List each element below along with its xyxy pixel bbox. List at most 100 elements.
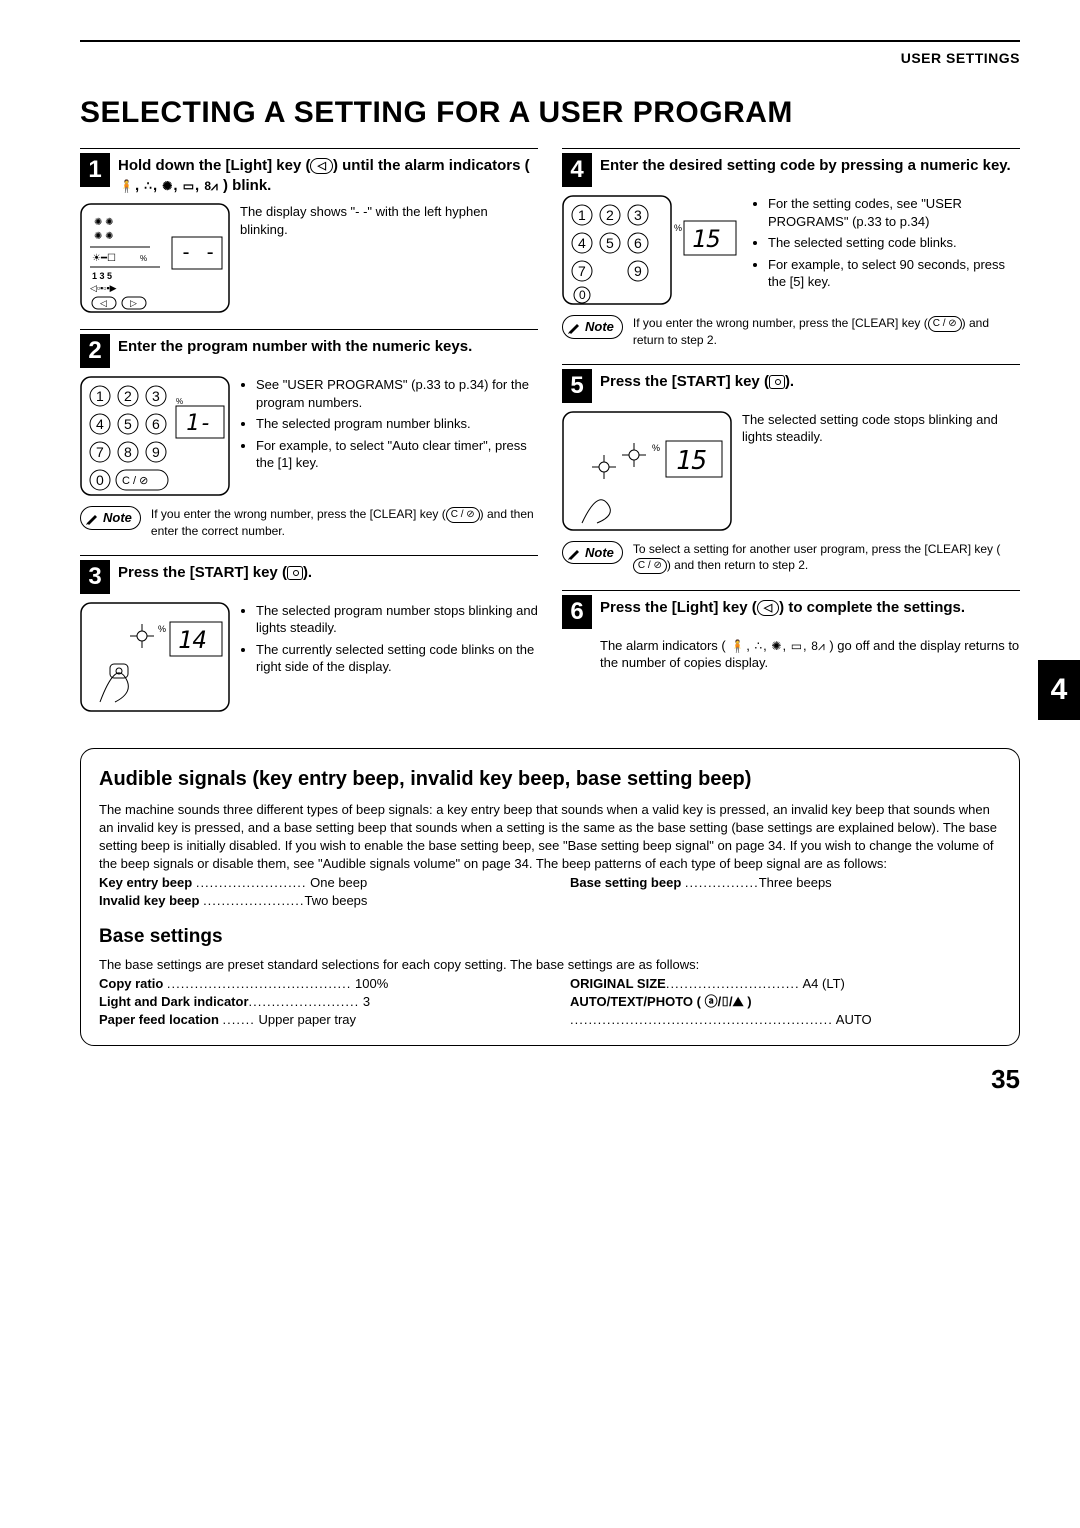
base-settings-heading: Base settings: [99, 924, 1001, 951]
step-1-title: Hold down the [Light] key (◁) until the …: [118, 153, 538, 195]
svg-text:15: 15: [692, 225, 721, 253]
svg-text:4: 4: [96, 416, 104, 432]
alarm-icon: ∴: [755, 638, 763, 654]
step-2-title: Enter the program number with the numeri…: [118, 334, 472, 357]
step-6-title: Press the [Light] key (◁) to complete th…: [600, 595, 965, 618]
step-5-title: Press the [START] key ().: [600, 369, 794, 392]
step-1: 1 Hold down the [Light] key (◁) until th…: [80, 148, 538, 313]
svg-text:15: 15: [676, 446, 707, 476]
svg-text:7: 7: [578, 263, 586, 279]
svg-text:1-: 1-: [186, 411, 213, 436]
svg-text:1: 1: [578, 207, 586, 223]
svg-text:3: 3: [152, 388, 160, 404]
alarm-icon: 8⩘: [204, 179, 217, 195]
page-number: 35: [80, 1064, 1020, 1095]
two-column-layout: 1 Hold down the [Light] key (◁) until th…: [80, 148, 1020, 728]
alarm-icon: ▭: [183, 179, 194, 195]
header-rule: [80, 40, 1020, 42]
base-settings-row: Copy ratio .............................…: [99, 975, 1001, 1030]
svg-text:C / ⊘: C / ⊘: [122, 475, 148, 487]
light-key-icon: ◁: [310, 158, 332, 174]
alarm-icon: 🧍: [730, 638, 745, 654]
note-step-4: Note If you enter the wrong number, pres…: [562, 315, 1020, 348]
chapter-tab: 4: [1038, 660, 1080, 720]
svg-text:8: 8: [124, 444, 132, 460]
svg-text:2: 2: [124, 388, 132, 404]
step-5-body: The selected setting code stops blinking…: [742, 411, 1020, 531]
svg-text:0: 0: [579, 288, 586, 302]
audible-signals-box: Audible signals (key entry beep, invalid…: [80, 748, 1020, 1046]
alarm-icon: ✺: [162, 179, 172, 195]
step-3-title: Press the [START] key ().: [118, 560, 312, 583]
svg-text:3: 3: [634, 207, 642, 223]
start-key-icon: [769, 375, 785, 389]
clear-key-icon: C / ⊘: [446, 507, 480, 523]
svg-text:5: 5: [606, 235, 614, 251]
alarm-icon: ∴: [144, 179, 152, 195]
pencil-icon: [85, 511, 99, 525]
start-key-icon: [287, 566, 303, 580]
light-key-icon: ◁: [757, 600, 779, 616]
svg-text:6: 6: [152, 416, 160, 432]
step-number: 6: [562, 595, 592, 629]
note-badge: Note: [80, 506, 141, 530]
svg-text:☀━☐: ☀━☐: [92, 253, 116, 264]
svg-text:%: %: [158, 624, 166, 634]
step-5: 5 Press the [START] key (). 15 %: [562, 364, 1020, 574]
step-3: 3 Press the [START] key (). 14 %: [80, 555, 538, 712]
step-number: 3: [80, 560, 110, 594]
page-title: SELECTING A SETTING FOR A USER PROGRAM: [80, 96, 1020, 130]
alarm-icon: 🧍: [119, 179, 134, 195]
note-step-5: Note To select a setting for another use…: [562, 541, 1020, 574]
svg-text:%: %: [674, 223, 682, 233]
header-section-title: USER SETTINGS: [80, 50, 1020, 66]
svg-text:9: 9: [634, 263, 642, 279]
photo-icon: ⛰: [733, 994, 744, 1009]
svg-text:◁: ◁: [100, 298, 107, 308]
audible-heading: Audible signals (key entry beep, invalid…: [99, 765, 1001, 793]
step-number: 2: [80, 334, 110, 368]
step-2-figure: 1 2 3 4 5 6 7 8 9 0 C /: [80, 376, 230, 496]
alarm-icon: ✺: [771, 638, 781, 654]
audible-paragraph: The machine sounds three different types…: [99, 801, 1001, 874]
step-6: 6 Press the [Light] key (◁) to complete …: [562, 590, 1020, 672]
svg-text:- -: - -: [180, 240, 216, 264]
page: USER SETTINGS SELECTING A SETTING FOR A …: [0, 0, 1080, 1125]
svg-text:%: %: [176, 397, 183, 406]
step-4: 4 Enter the desired setting code by pres…: [562, 148, 1020, 348]
step-3-body: The selected program number stops blinki…: [240, 602, 538, 712]
svg-text:▷: ▷: [130, 298, 137, 308]
step-5-figure: 15 %: [562, 411, 732, 531]
step-2-body: See "USER PROGRAMS" (p.33 to p.34) for t…: [240, 376, 538, 496]
step-4-figure: 1 2 3 4 5 6 7 9 0 15: [562, 195, 742, 305]
svg-text:6: 6: [634, 235, 642, 251]
step-3-figure: 14 %: [80, 602, 230, 712]
svg-text:1: 1: [96, 388, 104, 404]
step-1-figure: ✺ ✺ ✺ ✺ ☀━☐ % 1 3 5 ◁▫▪▫▪▶ - - ◁: [80, 203, 230, 313]
svg-text:✺ ✺: ✺ ✺: [94, 231, 114, 242]
svg-text:◁▫▪▫▪▶: ◁▫▪▫▪▶: [90, 283, 117, 293]
pencil-icon: [567, 320, 581, 334]
alarm-icon: ▭: [791, 638, 802, 654]
auto-icon: ⓐ: [705, 994, 718, 1009]
svg-text:14: 14: [178, 626, 207, 654]
text-icon: ⌷: [721, 994, 729, 1009]
base-settings-intro: The base settings are preset standard se…: [99, 956, 1001, 974]
svg-text:7: 7: [96, 444, 104, 460]
step-2: 2 Enter the program number with the nume…: [80, 329, 538, 539]
step-1-body: The display shows "- -" with the left hy…: [240, 203, 538, 313]
svg-text:9: 9: [152, 444, 160, 460]
step-4-body: For the setting codes, see "USER PROGRAM…: [752, 195, 1020, 305]
clear-key-icon: C / ⊘: [633, 558, 667, 574]
beep-patterns-row: Key entry beep ........................ …: [99, 874, 1001, 910]
svg-text:%: %: [652, 443, 660, 453]
svg-text:4: 4: [578, 235, 586, 251]
right-column: 4 Enter the desired setting code by pres…: [562, 148, 1020, 728]
alarm-icon: 8⩘: [811, 638, 824, 654]
step-4-title: Enter the desired setting code by pressi…: [600, 153, 1011, 176]
note-badge: Note: [562, 315, 623, 339]
note-badge: Note: [562, 541, 623, 565]
svg-text:✺ ✺: ✺ ✺: [94, 217, 114, 228]
svg-text:5: 5: [124, 416, 132, 432]
step-number: 1: [80, 153, 110, 187]
